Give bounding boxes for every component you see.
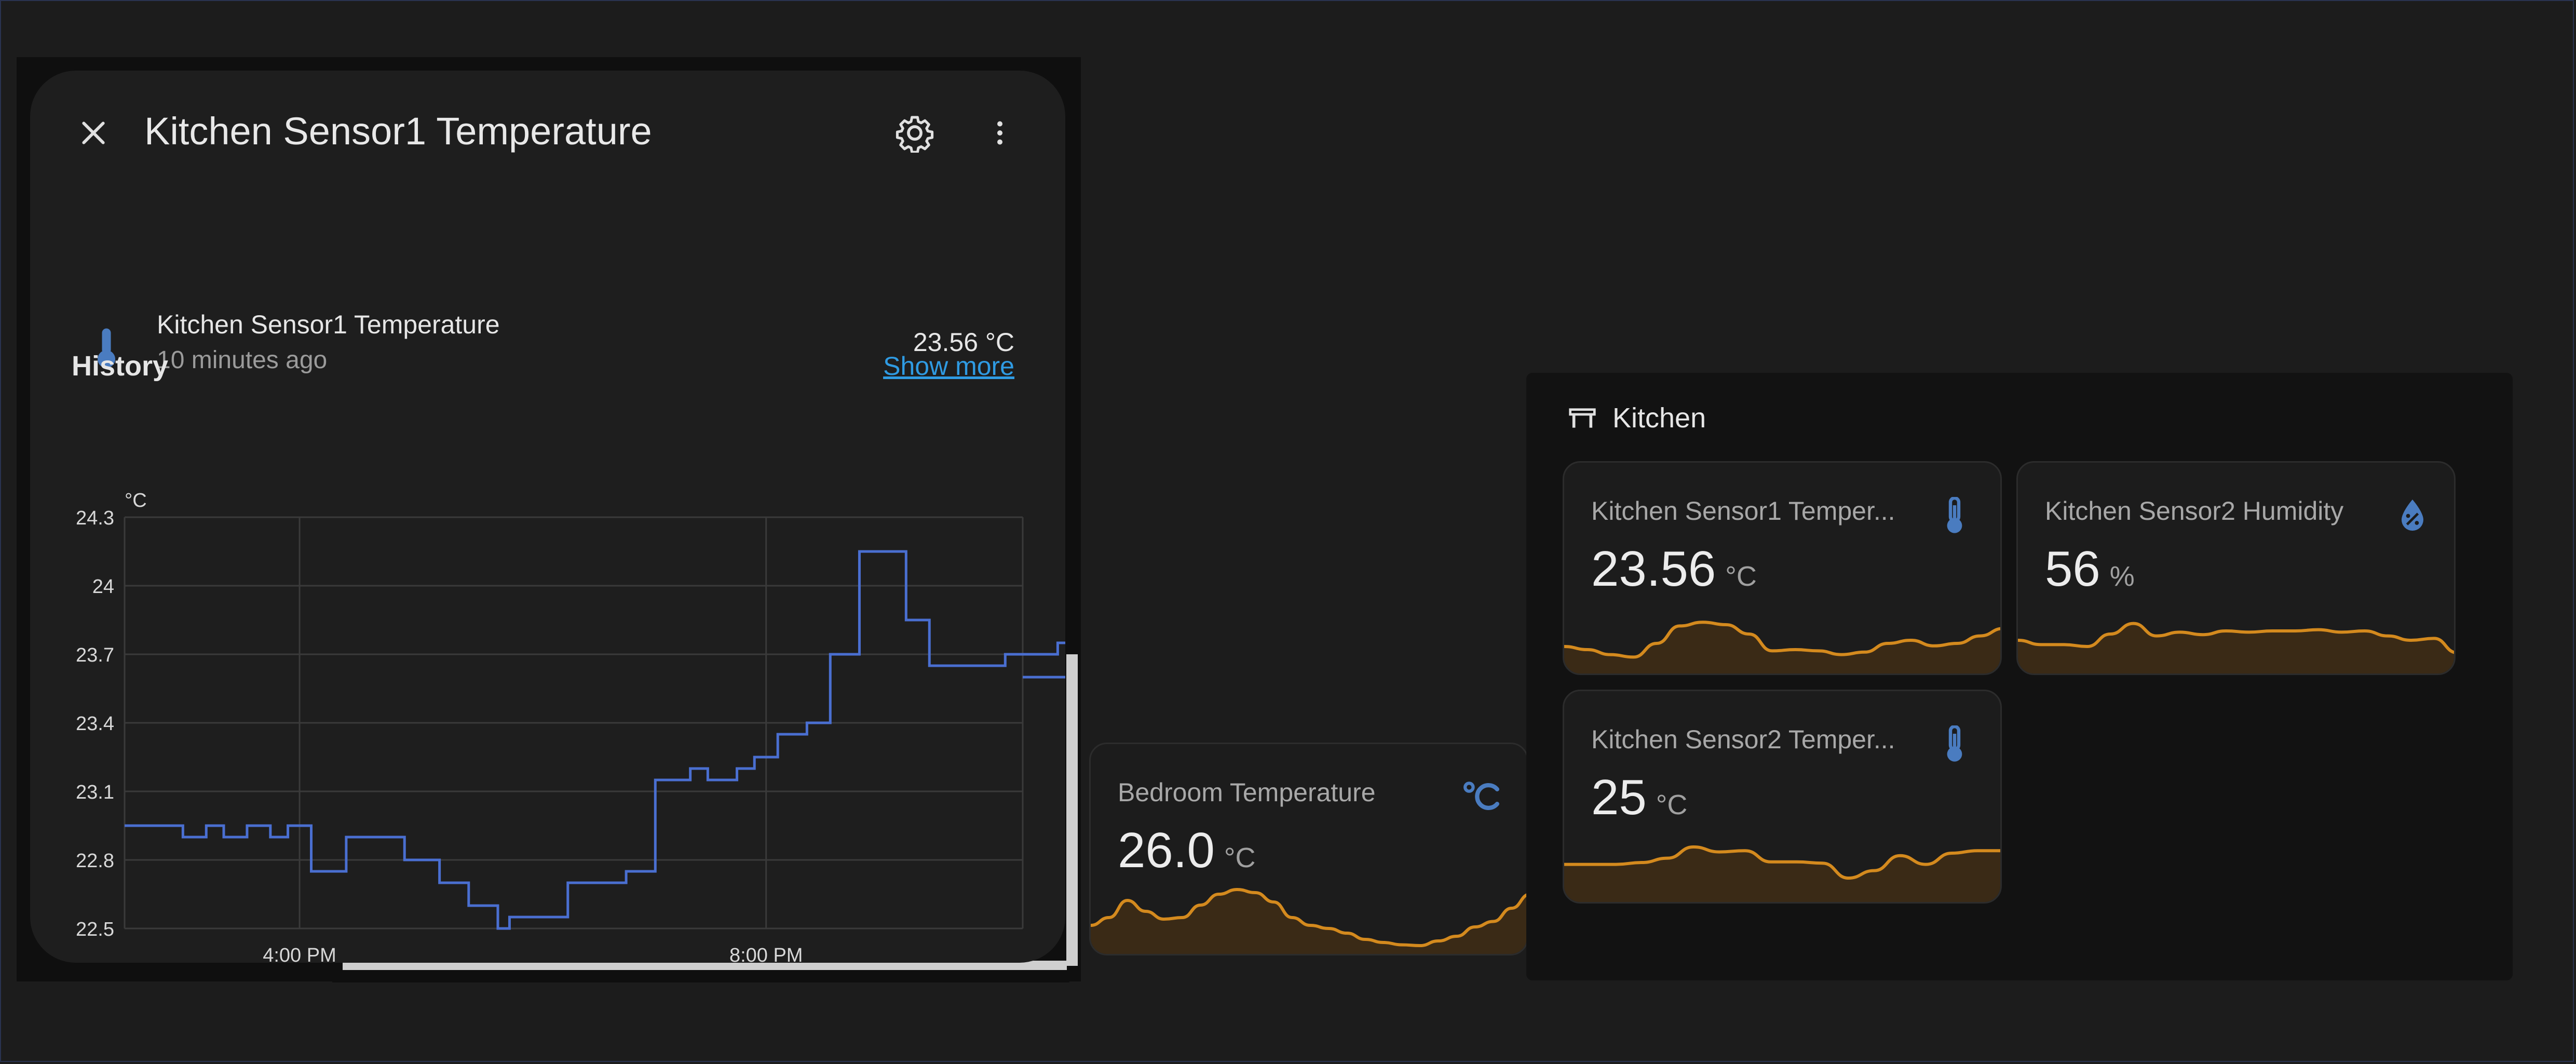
gear-icon (896, 116, 934, 153)
water-percent-icon (2402, 500, 2423, 531)
more-info-dialog: Kitchen Sensor1 Temperature Kitchen Sens… (30, 71, 1065, 963)
sparkline-area (1564, 847, 2000, 902)
kitchen-section-title: Kitchen (1612, 402, 1706, 434)
card-value: 25 °C (1591, 769, 1687, 826)
thermometer-icon (1947, 725, 1962, 762)
sparkline (2018, 622, 2454, 674)
kitchen-sensor1-temperature-card[interactable]: Kitchen Sensor1 Temper... 23.56 °C (1563, 461, 2002, 675)
x-tick-label: 4:00 PM (263, 945, 336, 963)
history-series-line (125, 550, 1065, 930)
settings-button[interactable] (884, 102, 946, 164)
y-tick-label: 24.3 (76, 507, 114, 529)
y-tick-label: 23.7 (76, 644, 114, 666)
y-tick-label: 23.4 (76, 713, 114, 735)
card-unit: °C (1656, 789, 1688, 820)
y-axis-unit: °C (125, 490, 147, 511)
y-tick-label: 24 (92, 576, 114, 598)
card-name: Bedroom Temperature (1118, 778, 1376, 807)
show-more-link[interactable]: Show more (883, 351, 1014, 381)
kitchen-sensor2-humidity-card[interactable]: Kitchen Sensor2 Humidity 56% (2016, 461, 2456, 675)
card-value-number: 25 (1591, 770, 1647, 825)
y-tick-label: 22.8 (76, 850, 114, 872)
card-value-number: 23.56 (1591, 541, 1716, 597)
temperature-celsius-icon (1463, 782, 1499, 810)
history-chart: °C 24.3 24 23.7 23.4 23.1 22.8 22.5 4:00 PM 8:00 … (76, 490, 1065, 963)
thermometer-icon (1947, 497, 1962, 533)
entity-state-row[interactable]: Kitchen Sensor1 Temperature 10 minutes a… (30, 294, 1065, 398)
more-options-button[interactable] (969, 102, 1031, 164)
kitchen-section-header: Kitchen (1568, 402, 1706, 434)
sparkline (1091, 887, 1527, 954)
y-tick-label: 22.5 (76, 919, 114, 940)
card-name: Kitchen Sensor2 Temper... (1591, 725, 1895, 754)
dialog-header: Kitchen Sensor1 Temperature (30, 71, 1065, 195)
close-button[interactable] (62, 102, 125, 164)
sparkline (1564, 845, 2000, 902)
sparkline-area (1091, 890, 1527, 954)
card-value: 23.56 °C (1591, 541, 1757, 598)
dialog-title: Kitchen Sensor1 Temperature (144, 110, 652, 153)
underlay-edge-side (1066, 654, 1078, 966)
card-unit: °C (1725, 561, 1757, 592)
card-value-number: 56 (2045, 541, 2100, 597)
card-value: 56% (2045, 541, 2135, 598)
entity-name: Kitchen Sensor1 Temperature (157, 310, 500, 339)
bedroom-temperature-card[interactable]: Bedroom Temperature 26.0 °C (1089, 743, 1528, 955)
entity-last-changed: 10 minutes ago (157, 346, 328, 374)
y-tick-label: 23.1 (76, 782, 114, 803)
sparkline (1564, 621, 2000, 674)
card-unit: % (2109, 561, 2135, 592)
x-tick-label: 8:00 PM (729, 945, 803, 963)
card-name: Kitchen Sensor1 Temper... (1591, 496, 1895, 526)
more-vertical-icon (997, 121, 1002, 145)
table-furniture-icon (1569, 408, 1596, 428)
kitchen-section: Kitchen Kitchen Sensor1 Temper... 23.56 °… (1526, 373, 2513, 980)
history-heading: History (72, 351, 169, 382)
card-name: Kitchen Sensor2 Humidity (2045, 496, 2344, 526)
close-icon (82, 122, 105, 144)
sparkline-area (1564, 622, 2000, 674)
kitchen-sensor2-temperature-card[interactable]: Kitchen Sensor2 Temper... 25 °C (1563, 690, 2002, 904)
